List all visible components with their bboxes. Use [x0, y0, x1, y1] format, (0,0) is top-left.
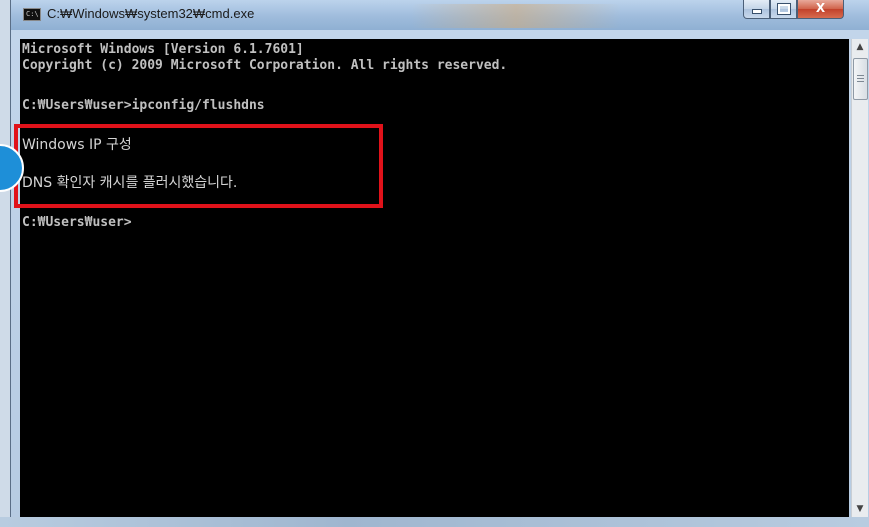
- grip-line: [857, 75, 864, 76]
- scroll-down-arrow-icon[interactable]: ▼: [852, 501, 868, 517]
- title-bar[interactable]: C:\ C:₩Windows₩system32₩cmd.exe: [11, 0, 869, 30]
- grip-line: [857, 81, 864, 82]
- console-line-command: C:₩Users₩user>ipconfig/flushdns: [22, 98, 265, 113]
- minimize-icon: [751, 9, 762, 14]
- close-button[interactable]: X: [797, 0, 844, 19]
- maximize-icon: [776, 3, 791, 15]
- console-line-prompt: C:₩Users₩user>: [22, 215, 132, 230]
- console-output[interactable]: Microsoft Windows [Version 6.1.7601] Cop…: [20, 39, 849, 517]
- cmd-window: C:\ C:₩Windows₩system32₩cmd.exe X Micros…: [10, 0, 869, 527]
- minimize-button[interactable]: [743, 0, 770, 19]
- maximize-button[interactable]: [770, 0, 797, 19]
- taskbar-strip: [0, 517, 869, 527]
- window-title: C:₩Windows₩system32₩cmd.exe: [47, 6, 255, 21]
- console-line-ip-config: Windows IP 구성: [22, 137, 132, 153]
- console-line-version: Microsoft Windows [Version 6.1.7601]: [22, 42, 304, 57]
- console-line-dns-flushed: DNS 확인자 캐시를 플러시했습니다.: [22, 175, 238, 191]
- grip-line: [857, 78, 864, 79]
- background-blur: [411, 4, 621, 28]
- cmd-app-icon[interactable]: C:\: [23, 8, 41, 21]
- scroll-thumb[interactable]: [853, 58, 868, 100]
- close-icon: X: [815, 1, 826, 15]
- scroll-up-arrow-icon[interactable]: ▲: [852, 39, 868, 55]
- vertical-scrollbar[interactable]: ▲ ▼: [851, 39, 868, 517]
- console-line-copyright: Copyright (c) 2009 Microsoft Corporation…: [22, 58, 508, 73]
